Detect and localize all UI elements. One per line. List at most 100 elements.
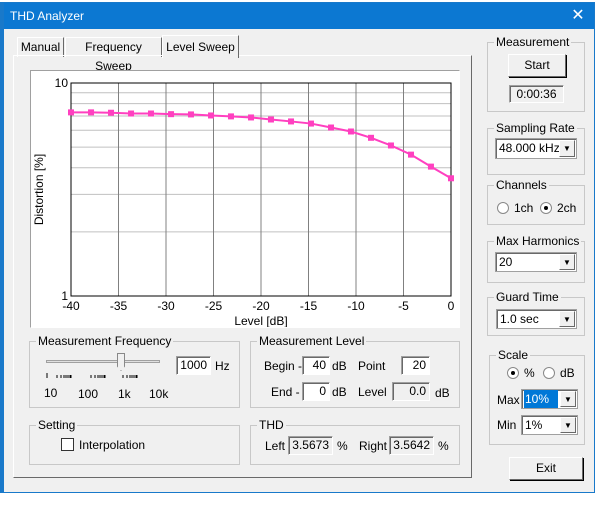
chevron-down-icon[interactable]: ▼ [559, 311, 575, 327]
y-axis-label: Distortion [%] [32, 154, 46, 225]
begin-unit: dB [332, 359, 347, 373]
data-point [427, 163, 434, 170]
data-point [267, 116, 274, 123]
data-point [187, 111, 194, 118]
chart-frame: -40 -35 -30 -25 -20 -15 -10 -5 0 1 10 Level [dB] Dis… [30, 70, 460, 328]
data-point [408, 151, 415, 158]
radio-label: dB [560, 366, 575, 380]
level-label: Level [358, 385, 387, 399]
scale-label: 100 [78, 387, 99, 401]
begin-input[interactable]: 40 [302, 356, 330, 375]
group-label: Guard Time [494, 290, 561, 304]
radio-2ch[interactable] [540, 202, 552, 214]
percent-unit: % [337, 439, 348, 453]
data-point [147, 110, 154, 117]
min-label: Min [497, 418, 517, 432]
data-point [88, 109, 95, 116]
sampling-rate-value: 48.000 kHz [499, 141, 560, 155]
x-tick-label: -15 [300, 299, 318, 313]
scale-max-value: 10% [524, 390, 558, 408]
level-readout: 0.0 [392, 382, 430, 401]
chevron-down-icon[interactable]: ▼ [560, 417, 576, 433]
x-axis-label: Level [dB] [234, 314, 287, 327]
data-point [328, 124, 335, 131]
radio-db[interactable] [543, 367, 555, 379]
group-label: Channels [494, 178, 549, 192]
frequency-slider-track[interactable] [46, 360, 160, 363]
chevron-down-icon[interactable]: ▼ [559, 254, 575, 270]
percent-unit: % [438, 439, 449, 453]
interpolation-label: Interpolation [79, 438, 146, 452]
data-point [208, 112, 215, 119]
data-point [307, 120, 314, 127]
group-label: Measurement Level [257, 334, 367, 348]
data-point [168, 111, 175, 118]
start-button[interactable]: Start [508, 54, 566, 77]
interpolation-checkbox[interactable] [61, 438, 74, 451]
data-point [448, 175, 454, 182]
frequency-input[interactable]: 1000 [176, 356, 211, 375]
data-point [227, 113, 234, 120]
data-point [368, 134, 375, 141]
data-point [107, 109, 114, 116]
max-harmonics-select[interactable]: 20 ▼ [495, 252, 577, 272]
frequency-unit: Hz [215, 359, 230, 373]
tab-frequency-sweep[interactable]: Frequency Sweep [65, 37, 162, 73]
point-input[interactable]: 20 [401, 356, 430, 375]
x-tick-label: 0 [448, 299, 455, 313]
slider-ticks [46, 373, 138, 378]
chevron-down-icon[interactable]: ▼ [560, 391, 576, 407]
y-tick-label: 1 [61, 289, 68, 303]
data-point [68, 109, 74, 116]
radio-label: 2ch [557, 201, 577, 215]
right-label: Right [359, 439, 388, 453]
scale-min-value: 1% [525, 418, 543, 432]
elapsed-time: 0:00:36 [509, 85, 564, 103]
thd-left-readout: 3.5673 [288, 436, 333, 455]
radio-label: % [524, 366, 535, 380]
group-label: THD [257, 418, 286, 432]
x-tick-label: -10 [347, 299, 365, 313]
x-tick-label: -30 [157, 299, 175, 313]
scale-min-select[interactable]: 1% ▼ [521, 415, 578, 435]
max-label: Max [497, 393, 520, 407]
data-point [248, 114, 255, 121]
data-point [347, 128, 354, 135]
begin-label: Begin - [264, 359, 303, 373]
left-label: Left [265, 439, 286, 453]
max-harmonics-value: 20 [499, 255, 513, 269]
level-sweep-chart: -40 -35 -30 -25 -20 -15 -10 -5 0110Level [dB]Dis… [32, 76, 455, 328]
guard-time-select[interactable]: 1.0 sec ▼ [496, 309, 577, 329]
scale-label: 10k [149, 387, 169, 401]
x-tick-label: -35 [110, 299, 128, 313]
end-label: End - [271, 385, 300, 399]
exit-button[interactable]: Exit [509, 457, 583, 480]
data-point [288, 118, 295, 125]
scale-label: 10 [44, 386, 58, 400]
level-unit: dB [435, 386, 450, 400]
thd-right-readout: 3.5642 [389, 436, 434, 455]
radio-label: 1ch [514, 201, 534, 215]
guard-time-value: 1.0 sec [500, 312, 539, 326]
y-tick-label: 10 [55, 76, 69, 90]
close-icon[interactable]: ✕ [568, 3, 588, 29]
window-title: THD Analyzer [10, 9, 85, 23]
radio-1ch[interactable] [497, 202, 509, 214]
title-bar: THD Analyzer ✕ [4, 3, 594, 29]
end-input[interactable]: 0 [302, 382, 330, 401]
scale-max-select[interactable]: 10% ▼ [521, 389, 578, 409]
x-tick-label: -25 [205, 299, 223, 313]
group-label: Measurement [494, 35, 572, 49]
tab-level-sweep[interactable]: Level Sweep [162, 35, 239, 58]
group-label: Scale [496, 348, 531, 362]
data-point [128, 110, 135, 117]
group-label: Sampling Rate [494, 121, 577, 135]
group-label: Measurement Frequency [36, 334, 174, 348]
x-tick-label: -20 [252, 299, 270, 313]
chevron-down-icon[interactable]: ▼ [559, 140, 575, 157]
sampling-rate-select[interactable]: 48.000 kHz ▼ [495, 138, 577, 159]
tab-manual[interactable]: Manual [17, 37, 64, 57]
radio-percent[interactable] [507, 367, 519, 379]
scale-label: 1k [118, 387, 131, 401]
point-label: Point [358, 359, 386, 373]
